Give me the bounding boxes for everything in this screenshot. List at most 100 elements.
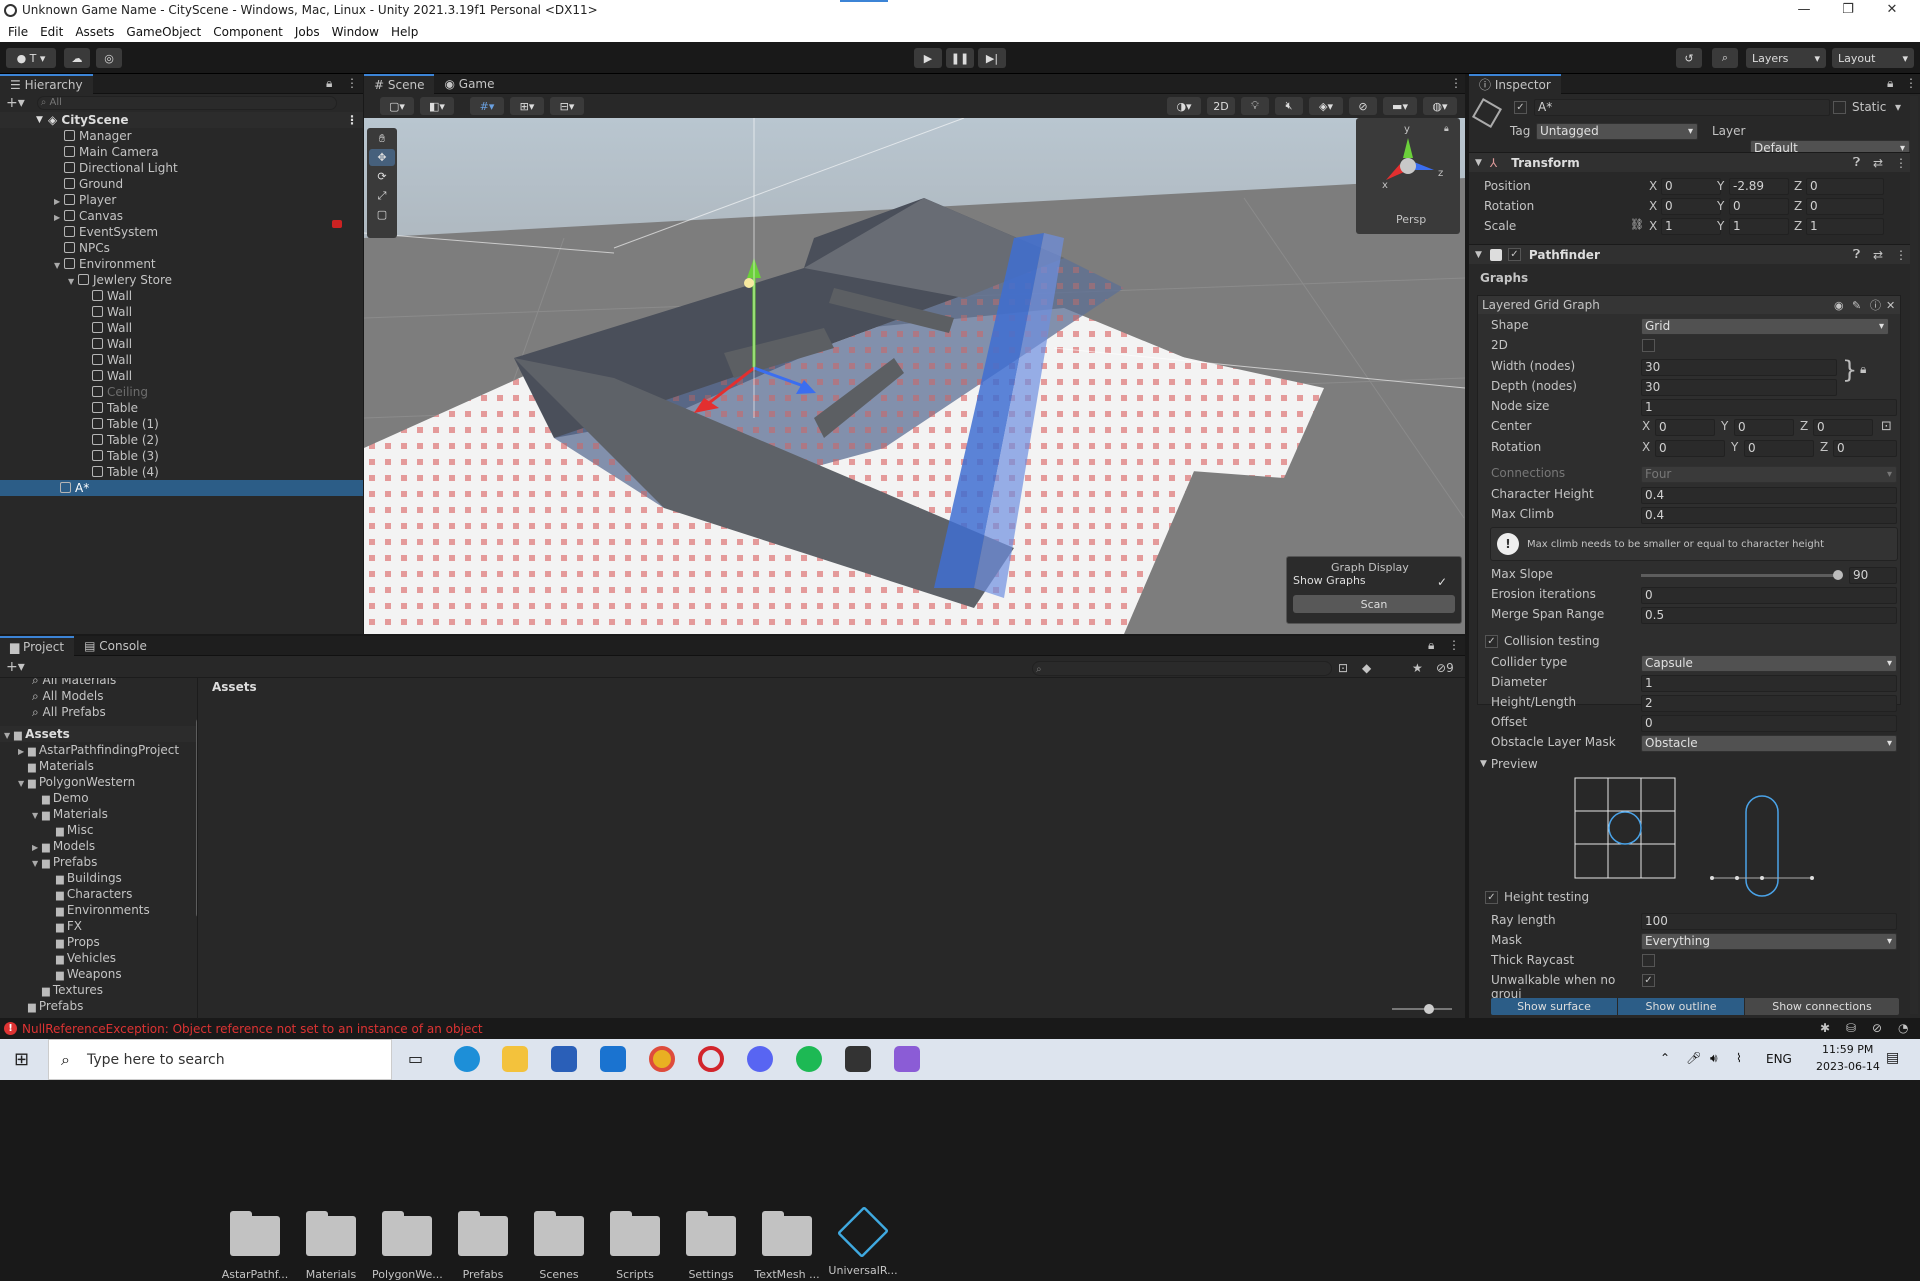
hierarchy-item[interactable]: Ceiling — [0, 384, 363, 400]
max-slope-thumb[interactable] — [1833, 570, 1843, 580]
effects-dropdown[interactable]: ◈▾ — [1309, 97, 1343, 115]
hierarchy-item[interactable]: Table (1) — [0, 416, 363, 432]
move-tool-button[interactable]: ✥ — [369, 149, 395, 166]
project-tree-item[interactable]: ▆ Textures — [0, 982, 197, 998]
static-dropdown-icon[interactable]: ▾ — [1895, 100, 1901, 114]
account-button[interactable]: ● T ▾ — [6, 48, 56, 68]
char-height-input[interactable]: 0.4 — [1641, 487, 1897, 504]
network-icon[interactable]: ⌇ — [1736, 1051, 1742, 1065]
layers-dropdown[interactable]: Layers ▾ — [1746, 48, 1826, 68]
transform-y-input[interactable]: -2.89 — [1729, 178, 1789, 195]
lock-icon[interactable]: 🔒︎ — [326, 76, 332, 91]
asset-item[interactable]: Scripts — [600, 1211, 670, 1281]
offset-input[interactable]: 0 — [1641, 715, 1897, 732]
project-tree-item[interactable]: ▼ ▆ Materials — [0, 806, 197, 822]
constrain-proportions-icon[interactable]: ⛓︎ — [1630, 218, 1644, 231]
project-tree-item[interactable]: ▼ ▆ Prefabs — [0, 854, 197, 870]
lock-icon[interactable]: 🔒︎ — [1860, 362, 1866, 377]
transform-y-input[interactable]: 1 — [1729, 218, 1789, 235]
asset-item[interactable]: PolygonWe... — [372, 1211, 443, 1281]
hierarchy-item[interactable]: Wall — [0, 352, 363, 368]
hierarchy-selected-row[interactable]: A* — [0, 480, 363, 496]
cloud-button[interactable]: ☁ — [64, 48, 90, 68]
windows-start-icon[interactable]: ⊞ — [14, 1049, 29, 1070]
draw-mode-dropdown[interactable]: ▢▾ — [380, 97, 414, 115]
max-slope-slider[interactable] — [1641, 574, 1837, 577]
help-icon[interactable]: ❓︎ — [1853, 247, 1860, 262]
tray-chevron-icon[interactable]: ⌃ — [1660, 1051, 1670, 1065]
close-button[interactable]: ✕ — [1870, 0, 1914, 22]
center-x-input[interactable]: 0 — [1655, 419, 1715, 436]
tab-project[interactable]: ▆ Project — [0, 635, 75, 656]
asset-item[interactable]: UniversalR... — [828, 1205, 898, 1277]
asset-item[interactable]: Materials — [296, 1211, 366, 1281]
center-y-input[interactable]: 0 — [1734, 419, 1794, 436]
hierarchy-item[interactable]: EventSystem — [0, 224, 363, 240]
preview-header[interactable]: ▼ Preview — [1480, 756, 1538, 772]
zoom-slider-thumb[interactable] — [1424, 1004, 1434, 1014]
project-tree-item[interactable]: ▶ ▆ AstarPathfindingProject — [0, 742, 197, 758]
progress-icon[interactable]: ◔ — [1898, 1021, 1908, 1035]
menu-help[interactable]: Help — [391, 25, 418, 39]
discord-icon[interactable] — [747, 1046, 773, 1072]
task-view-icon[interactable]: ▭ — [408, 1049, 423, 1068]
menu-jobs[interactable]: Jobs — [295, 25, 320, 39]
collision-checkbox[interactable]: ✓ — [1485, 635, 1498, 648]
preset-icon[interactable]: ⇄ — [1873, 156, 1883, 170]
hierarchy-item[interactable]: Wall — [0, 336, 363, 352]
hierarchy-item[interactable]: NPCs — [0, 240, 363, 256]
hierarchy-item[interactable]: Main Camera — [0, 144, 363, 160]
hierarchy-item[interactable]: ▼ Jewlery Store — [0, 272, 363, 288]
tree-scrollbar[interactable] — [196, 718, 197, 918]
info-icon[interactable]: ⓘ — [1870, 297, 1881, 313]
opera-icon[interactable] — [698, 1046, 724, 1072]
grid-snap-dropdown[interactable]: ⊞▾ — [510, 97, 544, 115]
merge-input[interactable]: 0.5 — [1641, 607, 1897, 624]
filter-label-icon[interactable]: ◆ — [1362, 661, 1371, 675]
menu-file[interactable]: File — [8, 25, 28, 39]
hierarchy-item[interactable]: Wall — [0, 320, 363, 336]
hierarchy-item[interactable]: Wall — [0, 368, 363, 384]
transform-x-input[interactable]: 1 — [1661, 218, 1721, 235]
kebab-menu-icon[interactable]: ⋮ — [1448, 638, 1460, 652]
tab-inspector[interactable]: ⓘ Inspector — [1469, 73, 1561, 94]
project-tree-item[interactable]: ▆ Prefabs — [0, 998, 197, 1014]
close-icon[interactable]: ✕ — [1886, 299, 1895, 312]
volume-icon[interactable]: 🔊︎ — [1710, 1051, 1718, 1066]
collider-type-dropdown[interactable]: Capsule — [1641, 655, 1897, 672]
lock-icon[interactable]: 🔒︎ — [1428, 638, 1434, 653]
menu-gameobject[interactable]: GameObject — [126, 25, 201, 39]
scale-tool-button[interactable]: ⤢ — [369, 187, 395, 204]
favorite-item[interactable]: ⌕ All Models — [0, 688, 197, 704]
mask-dropdown[interactable]: Everything — [1641, 933, 1897, 950]
graph-header[interactable]: Layered Grid Graph ◉ ✎ ⓘ ✕ — [1478, 296, 1900, 314]
rotate-tool-button[interactable]: ⟳ — [369, 168, 395, 185]
debug-icon[interactable]: ✱ — [1820, 1021, 1830, 1035]
chevron-down-icon[interactable]: ▼ — [32, 856, 42, 872]
snap-center-icon[interactable]: ⊡ — [1881, 419, 1892, 434]
chevron-down-icon[interactable]: ▼ — [18, 776, 28, 792]
transform-z-input[interactable]: 0 — [1806, 198, 1884, 215]
clock-time[interactable]: 11:59 PM — [1822, 1043, 1873, 1056]
rotation-z-input[interactable]: 0 — [1833, 440, 1897, 457]
camera-dropdown[interactable]: ▬ ▾ — [1383, 97, 1417, 115]
help-icon[interactable]: ❓︎ — [1853, 155, 1860, 170]
project-search-input[interactable]: ⌕ — [1032, 661, 1332, 676]
transform-z-input[interactable]: 1 — [1806, 218, 1884, 235]
clock-date[interactable]: 2023-06-14 — [1816, 1060, 1880, 1073]
persp-label[interactable]: Persp — [1396, 213, 1426, 226]
layout-dropdown[interactable]: Layout ▾ — [1832, 48, 1914, 68]
unwalkable-checkbox[interactable]: ✓ — [1642, 974, 1655, 987]
kebab-menu-icon[interactable]: ⋮ — [1905, 76, 1917, 90]
asset-item[interactable]: Settings — [676, 1211, 746, 1281]
menu-component[interactable]: Component — [213, 25, 283, 39]
kebab-menu-icon[interactable]: ⋮ — [346, 112, 358, 128]
hierarchy-item[interactable]: Directional Light — [0, 160, 363, 176]
step-button[interactable]: ▶| — [978, 48, 1006, 68]
mic-icon[interactable]: 🎤︎ — [1686, 1051, 1701, 1065]
project-tree-item[interactable]: ▼ ▆ PolygonWestern — [0, 774, 197, 790]
chevron-down-icon[interactable]: ▼ — [36, 112, 43, 128]
project-tree-item[interactable]: ▆ FX — [0, 918, 197, 934]
thick-raycast-checkbox[interactable] — [1642, 954, 1655, 967]
unity-hub-icon[interactable] — [845, 1046, 871, 1072]
